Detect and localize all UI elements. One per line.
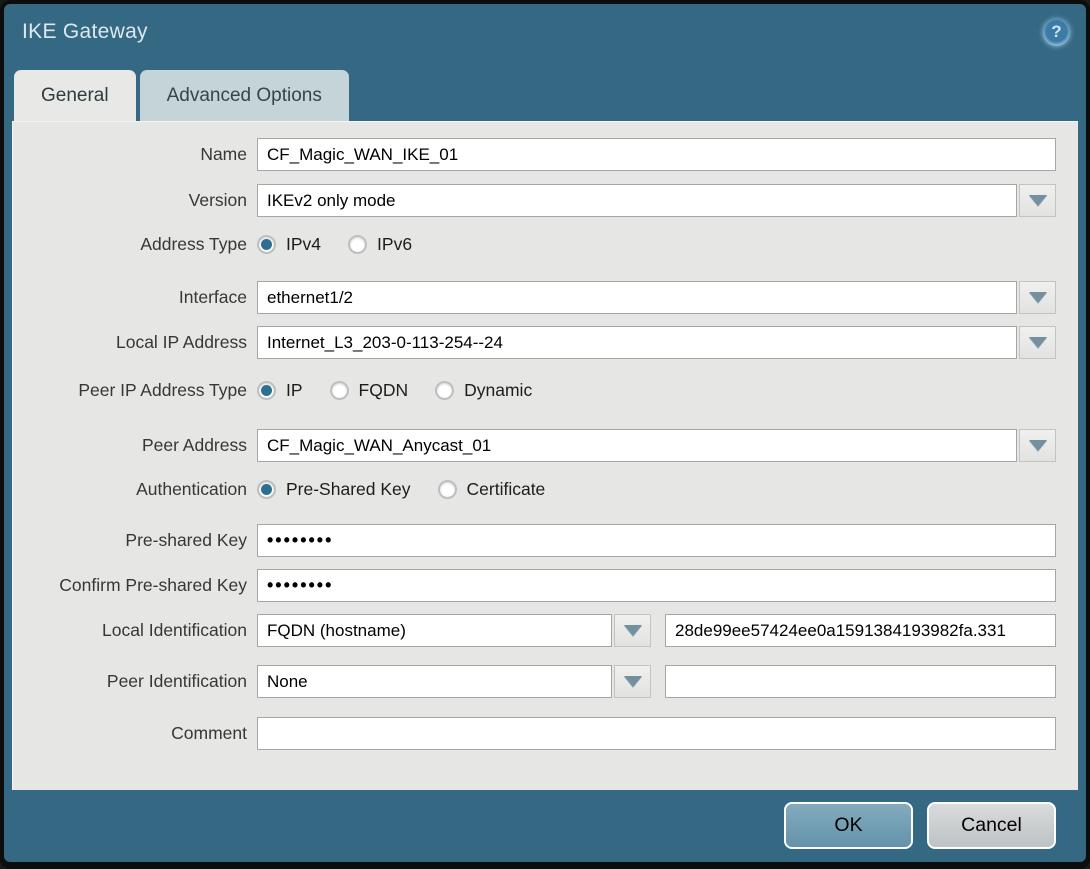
peer-address-dropdown-button[interactable]: [1019, 429, 1056, 462]
version-input[interactable]: [257, 184, 1017, 217]
interface-label: Interface: [178, 287, 247, 307]
dialog-footer: OK Cancel: [4, 790, 1086, 849]
radio-ipv4-label: IPv4: [286, 233, 322, 254]
peer-address-input[interactable]: [257, 429, 1017, 462]
chevron-down-icon: [1028, 195, 1047, 206]
radio-dynamic-icon[interactable]: [435, 380, 455, 400]
peer-ip-address-type-row: Peer IP Address Type IP FQDN Dynamic: [12, 375, 1078, 405]
radio-certificate-label: Certificate: [466, 478, 546, 499]
local-ip-address-input[interactable]: [257, 326, 1017, 359]
local-ip-address-label: Local IP Address: [115, 332, 247, 352]
radio-fqdn-label: FQDN: [358, 379, 409, 400]
pre-shared-key-row: Pre-shared Key: [12, 524, 1078, 557]
radio-ipv4-checked-icon[interactable]: [257, 234, 276, 254]
dialog-title: IKE Gateway: [22, 20, 148, 43]
pre-shared-key-label: Pre-shared Key: [125, 530, 247, 550]
local-identification-label: Local Identification: [102, 620, 247, 640]
interface-input[interactable]: [257, 281, 1017, 314]
confirm-pre-shared-key-row: Confirm Pre-shared Key: [12, 569, 1078, 602]
radio-ipv6-label: IPv6: [377, 233, 413, 254]
local-identification-row: Local Identification: [12, 614, 1078, 647]
authentication-option-certificate[interactable]: Certificate: [437, 478, 546, 500]
radio-certificate-icon[interactable]: [437, 479, 457, 499]
address-type-label: Address Type: [140, 233, 247, 254]
radio-ip-checked-icon[interactable]: [257, 380, 276, 400]
local-identification-dropdown-button[interactable]: [614, 614, 651, 647]
chevron-down-icon: [623, 625, 642, 636]
tab-strip: General Advanced Options: [4, 70, 1086, 121]
comment-label: Comment: [171, 723, 247, 743]
chevron-down-icon: [623, 676, 642, 687]
chevron-down-icon: [1028, 337, 1047, 348]
dialog-outer-border: IKE Gateway ? General Advanced Options N…: [0, 0, 1090, 869]
peer-identification-row: Peer Identification: [12, 665, 1078, 698]
name-input[interactable]: [257, 138, 1056, 171]
tab-advanced-options[interactable]: Advanced Options: [139, 70, 349, 121]
general-tab-panel: Name Version Addr: [12, 121, 1078, 790]
comment-row: Comment: [12, 717, 1078, 750]
peer-ip-type-option-dynamic[interactable]: Dynamic: [435, 380, 532, 401]
peer-address-label: Peer Address: [141, 435, 247, 455]
authentication-option-psk[interactable]: Pre-Shared Key: [257, 479, 411, 500]
authentication-row: Authentication Pre-Shared Key Certificat…: [12, 474, 1078, 504]
peer-identification-type-input[interactable]: [257, 665, 612, 698]
local-identification-type-input[interactable]: [257, 614, 612, 647]
version-dropdown-button[interactable]: [1019, 184, 1056, 217]
confirm-pre-shared-key-input[interactable]: [257, 569, 1056, 602]
address-type-option-ipv6[interactable]: IPv6: [348, 234, 412, 255]
interface-row: Interface: [12, 281, 1078, 314]
address-type-row: Address Type IPv4 IPv6: [12, 229, 1078, 259]
chevron-down-icon: [1028, 440, 1047, 451]
local-ip-address-row: Local IP Address: [12, 326, 1078, 359]
cancel-button[interactable]: Cancel: [927, 802, 1056, 849]
tab-general[interactable]: General: [14, 70, 136, 121]
radio-fqdn-icon[interactable]: [329, 380, 349, 400]
chevron-down-icon: [1028, 292, 1047, 303]
help-icon[interactable]: ?: [1043, 18, 1070, 46]
peer-ip-type-option-ip[interactable]: IP: [257, 380, 303, 401]
peer-identification-label: Peer Identification: [106, 671, 247, 691]
local-ip-address-dropdown-button[interactable]: [1019, 326, 1056, 359]
radio-ipv6-icon[interactable]: [348, 234, 368, 254]
radio-pre-shared-key-checked-icon[interactable]: [257, 479, 276, 499]
radio-dynamic-label: Dynamic: [464, 379, 533, 400]
version-row: Version: [12, 184, 1078, 217]
authentication-label: Authentication: [136, 478, 247, 499]
radio-ip-label: IP: [286, 379, 303, 400]
version-label: Version: [188, 190, 247, 210]
peer-address-row: Peer Address: [12, 429, 1078, 462]
peer-identification-value-input[interactable]: [665, 665, 1056, 698]
local-identification-value-input[interactable]: [665, 614, 1056, 647]
dialog-titlebar: IKE Gateway ?: [4, 4, 1086, 60]
interface-dropdown-button[interactable]: [1019, 281, 1056, 314]
ike-gateway-dialog: IKE Gateway ? General Advanced Options N…: [4, 4, 1086, 862]
pre-shared-key-input[interactable]: [257, 524, 1056, 557]
comment-input[interactable]: [257, 717, 1056, 750]
address-type-option-ipv4[interactable]: IPv4: [257, 234, 321, 255]
confirm-pre-shared-key-label: Confirm Pre-shared Key: [59, 575, 247, 595]
peer-ip-type-option-fqdn[interactable]: FQDN: [329, 379, 409, 401]
peer-ip-address-type-label: Peer IP Address Type: [78, 379, 247, 400]
name-label: Name: [200, 144, 247, 164]
peer-identification-dropdown-button[interactable]: [614, 665, 651, 698]
name-row: Name: [12, 138, 1078, 171]
ok-button[interactable]: OK: [784, 802, 913, 849]
radio-pre-shared-key-label: Pre-Shared Key: [286, 478, 411, 499]
